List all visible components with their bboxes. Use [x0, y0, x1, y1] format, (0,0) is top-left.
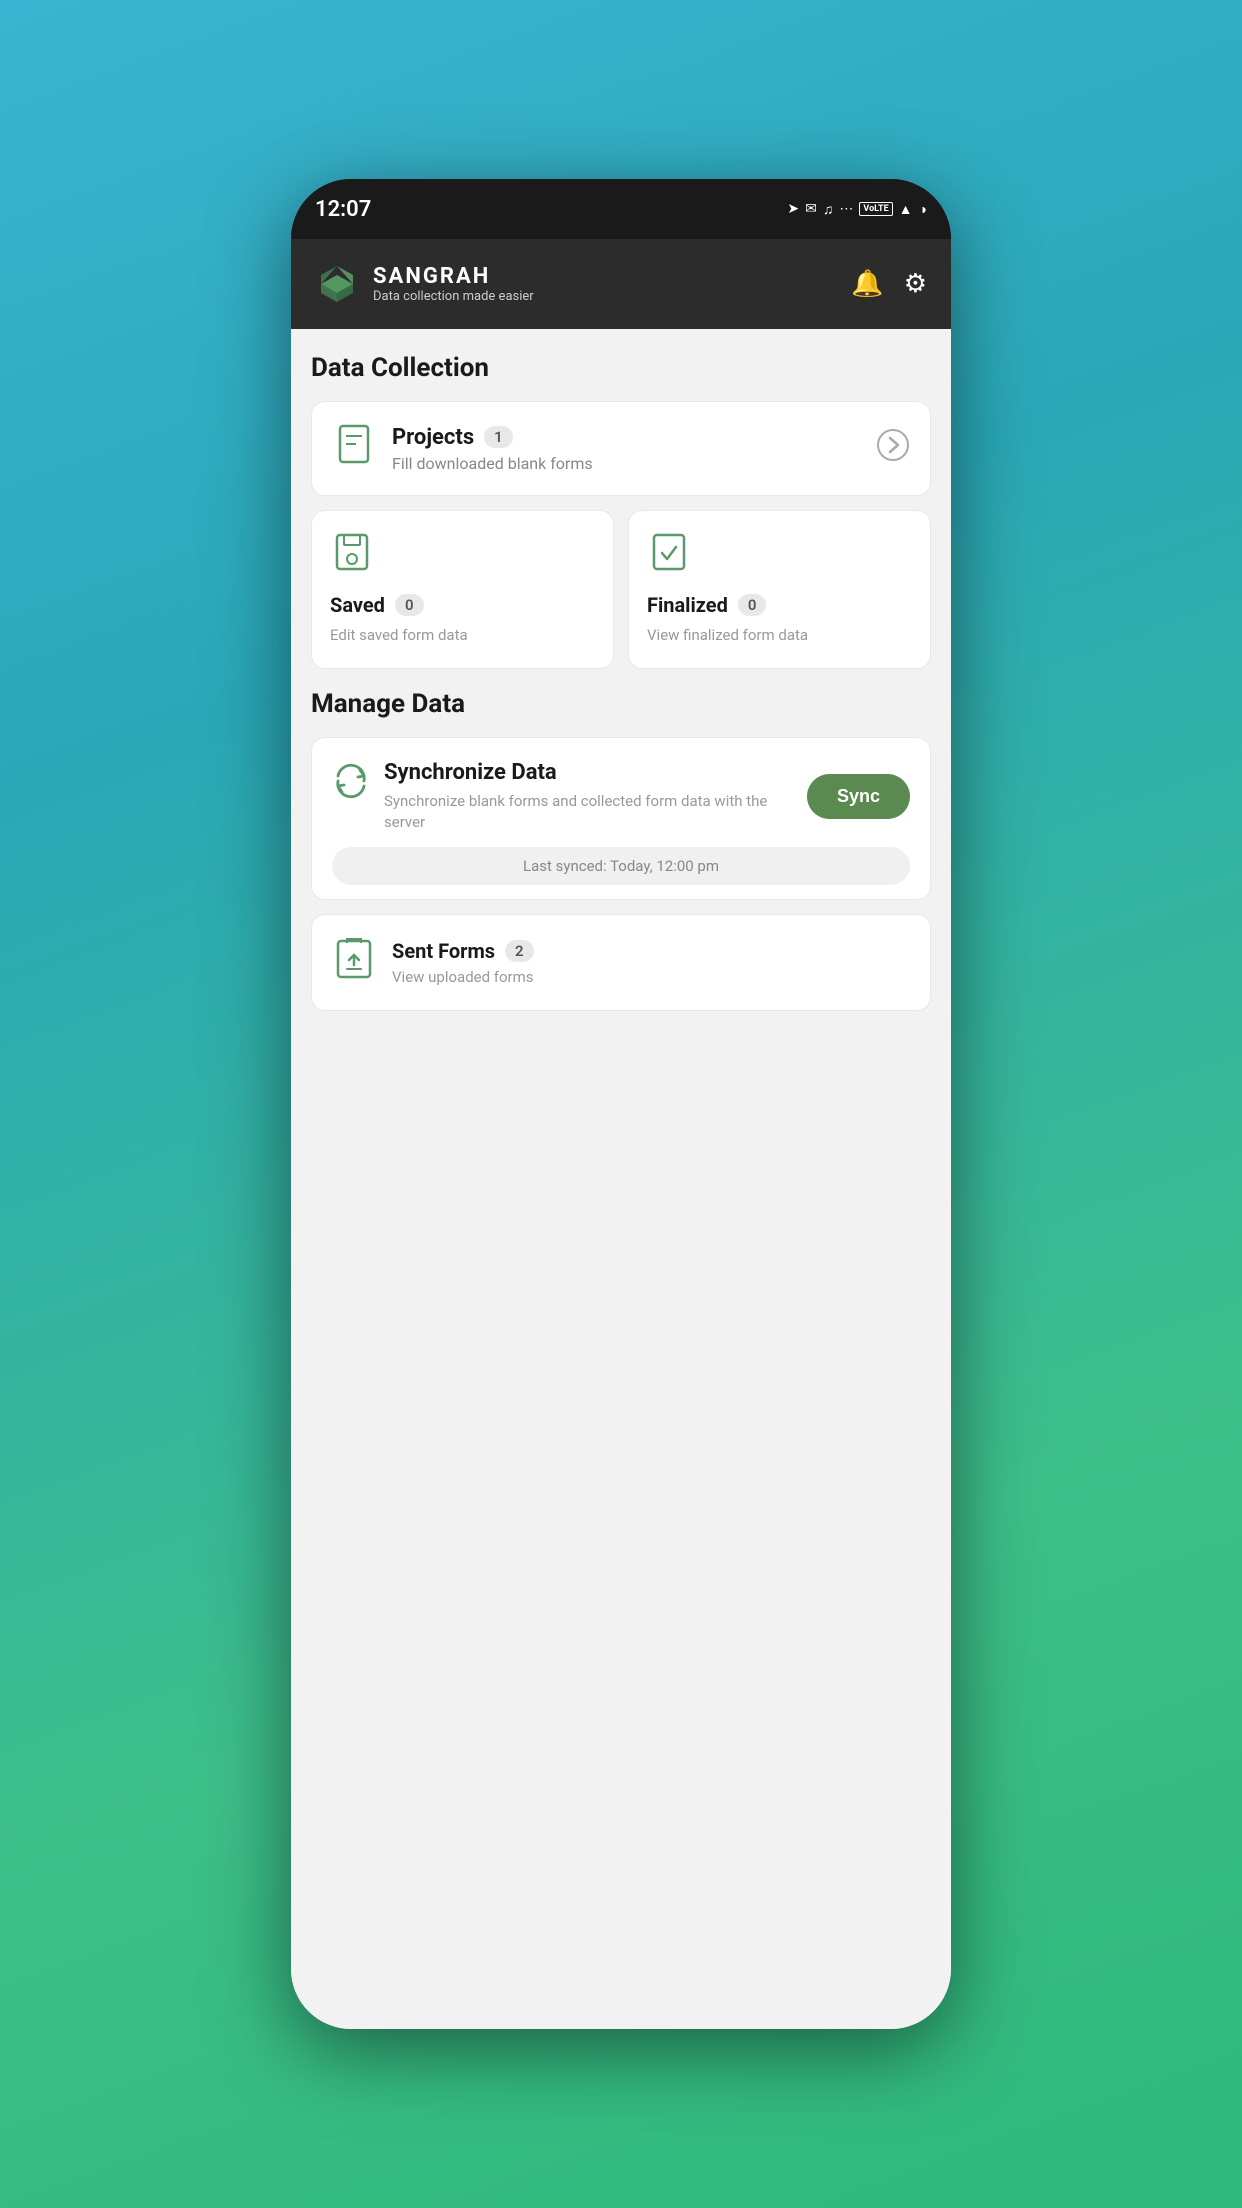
- brand-name: SANGRAH: [373, 264, 534, 289]
- whatsapp-icon: ✉: [805, 201, 817, 217]
- projects-title: Projects: [392, 425, 474, 450]
- finalized-badge: 0: [738, 594, 767, 616]
- sent-forms-desc: View uploaded forms: [392, 968, 534, 986]
- sync-card[interactable]: Synchronize Data Synchronize blank forms…: [311, 737, 931, 900]
- sync-desc: Synchronize blank forms and collected fo…: [384, 791, 793, 833]
- status-time: 12:07: [315, 197, 371, 222]
- manage-data-title: Manage Data: [311, 689, 931, 719]
- saved-title: Saved: [330, 593, 385, 617]
- saved-desc: Edit saved form data: [330, 626, 468, 644]
- projects-desc: Fill downloaded blank forms: [392, 454, 593, 473]
- bell-icon[interactable]: 🔔: [851, 269, 883, 299]
- header-icons: 🔔 ⚙: [851, 269, 927, 299]
- saved-card[interactable]: Saved 0 Edit saved form data: [311, 510, 614, 669]
- signal-icon: ▲: [899, 201, 913, 218]
- misc-icons: ⋯: [839, 201, 853, 217]
- volte-badge: VoLTE: [859, 202, 892, 216]
- sent-forms-body: Sent Forms 2 View uploaded forms: [392, 939, 910, 986]
- finalized-icon: [647, 533, 691, 579]
- spotify-icon: ♫: [823, 201, 834, 218]
- brand-text-group: SANGRAH Data collection made easier: [373, 264, 534, 304]
- location-icon: ➤: [787, 201, 799, 217]
- app-brand: SANGRAH Data collection made easier: [315, 262, 534, 306]
- sync-title: Synchronize Data: [384, 760, 793, 785]
- sent-forms-badge: 2: [505, 940, 534, 962]
- app-content: SANGRAH Data collection made easier 🔔 ⚙ …: [291, 239, 951, 2029]
- sync-icon: [332, 762, 370, 809]
- projects-body: Projects 1 Fill downloaded blank forms: [392, 425, 860, 473]
- sent-forms-card[interactable]: Sent Forms 2 View uploaded forms: [311, 914, 931, 1011]
- projects-arrow-icon: [876, 428, 910, 470]
- finalized-title: Finalized: [647, 593, 728, 617]
- projects-badge: 1: [484, 426, 513, 448]
- app-header: SANGRAH Data collection made easier 🔔 ⚙: [291, 239, 951, 329]
- battery-icon: ◑: [919, 201, 927, 218]
- finalized-card[interactable]: Finalized 0 View finalized form data: [628, 510, 931, 669]
- sync-button[interactable]: Sync: [807, 774, 910, 819]
- sync-body: Synchronize Data Synchronize blank forms…: [384, 760, 793, 833]
- manage-data-section: Manage Data Synchro: [311, 689, 931, 1011]
- main-scroll: Data Collection Projects 1 Fill download…: [291, 329, 951, 2029]
- saved-icon: [330, 533, 374, 579]
- settings-icon[interactable]: ⚙: [904, 269, 927, 299]
- sync-footer: Last synced: Today, 12:00 pm: [332, 847, 910, 885]
- saved-badge: 0: [395, 594, 424, 616]
- data-collection-title: Data Collection: [311, 353, 931, 383]
- sync-top: Synchronize Data Synchronize blank forms…: [332, 760, 910, 833]
- saved-finalized-row: Saved 0 Edit saved form data Finalized: [311, 510, 931, 669]
- sent-forms-icon: [332, 937, 376, 988]
- status-bar: 12:07 ➤ ✉ ♫ ⋯ VoLTE ▲ ◑: [291, 179, 951, 239]
- projects-icon: [332, 424, 376, 473]
- finalized-desc: View finalized form data: [647, 626, 808, 644]
- status-icons: ➤ ✉ ♫ ⋯ VoLTE ▲ ◑: [787, 201, 927, 218]
- phone-frame: 12:07 ➤ ✉ ♫ ⋯ VoLTE ▲ ◑: [291, 179, 951, 2029]
- projects-card[interactable]: Projects 1 Fill downloaded blank forms: [311, 401, 931, 496]
- brand-logo-icon: [315, 262, 359, 306]
- sent-forms-title: Sent Forms: [392, 939, 495, 963]
- brand-tagline: Data collection made easier: [373, 289, 534, 304]
